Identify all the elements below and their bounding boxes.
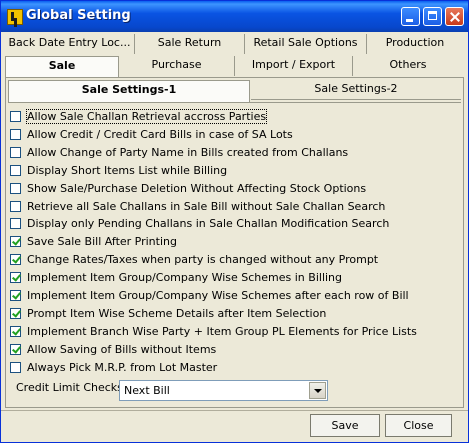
option-checkbox[interactable] <box>10 201 21 212</box>
maximize-button[interactable] <box>423 7 442 26</box>
option-checkbox[interactable] <box>10 165 21 176</box>
tab-purchase[interactable]: Purchase <box>119 56 235 76</box>
credit-limit-value: Next Bill <box>124 384 170 397</box>
option-checkbox[interactable] <box>10 183 21 194</box>
subtab-sale-settings-2[interactable]: Sale Settings-2 <box>251 80 461 100</box>
option-label[interactable]: Allow Saving of Bills without Items <box>27 343 216 356</box>
option-label[interactable]: Implement Item Group/Company Wise Scheme… <box>27 271 342 284</box>
save-button-label: Save <box>331 419 359 432</box>
option-checkbox[interactable] <box>10 344 21 355</box>
option-checkbox[interactable] <box>10 362 21 373</box>
option-label[interactable]: Implement Item Group/Company Wise Scheme… <box>27 289 409 302</box>
save-button[interactable]: Save <box>310 414 380 437</box>
global-setting-window: Global Setting Back Date Entry Loc... Sa… <box>0 0 469 443</box>
option-label[interactable]: Allow Sale Challan Retrieval accross Par… <box>25 109 268 124</box>
option-label[interactable]: Retrieve all Sale Challans in Sale Bill … <box>27 200 385 213</box>
title-bar[interactable]: Global Setting <box>1 1 468 32</box>
app-icon <box>7 9 23 25</box>
option-checkbox[interactable] <box>10 254 21 265</box>
tab-back-date-entry-lock[interactable]: Back Date Entry Loc... <box>5 34 135 54</box>
tab-others[interactable]: Others <box>353 56 463 76</box>
button-bar: Save Close <box>1 410 468 443</box>
subtab-sale-settings-1[interactable]: Sale Settings-1 <box>8 80 250 102</box>
option-label[interactable]: Save Sale Bill After Printing <box>27 235 177 248</box>
option-label[interactable]: Display only Pending Challans in Sale Ch… <box>27 217 389 230</box>
option-label[interactable]: Implement Branch Wise Party + Item Group… <box>27 325 417 338</box>
chevron-down-icon[interactable] <box>309 382 326 399</box>
option-checkbox[interactable] <box>10 147 21 158</box>
close-window-button[interactable] <box>445 7 464 26</box>
tab-production[interactable]: Production <box>367 34 463 54</box>
option-checkbox[interactable] <box>10 290 21 301</box>
window-title: Global Setting <box>26 8 131 23</box>
option-label[interactable]: Always Pick M.R.P. from Lot Master <box>27 361 217 374</box>
tab-sale[interactable]: Sale <box>5 56 119 78</box>
close-button-label: Close <box>403 419 434 432</box>
credit-limit-select[interactable]: Next Bill <box>119 380 328 401</box>
option-checkbox[interactable] <box>10 218 21 229</box>
option-label[interactable]: Prompt Item Wise Scheme Details after It… <box>27 307 326 320</box>
option-checkbox[interactable] <box>10 236 21 247</box>
minimize-button[interactable] <box>401 7 420 26</box>
option-label[interactable]: Change Rates/Taxes when party is changed… <box>27 253 378 266</box>
option-label[interactable]: Display Short Items List while Billing <box>27 164 227 177</box>
option-checkbox[interactable] <box>10 129 21 140</box>
close-button[interactable]: Close <box>385 414 452 437</box>
option-checkbox[interactable] <box>10 111 21 122</box>
option-label[interactable]: Show Sale/Purchase Deletion Without Affe… <box>27 182 366 195</box>
option-label[interactable]: Allow Credit / Credit Card Bills in case… <box>27 128 293 141</box>
tab-retail-sale-options[interactable]: Retail Sale Options <box>245 34 367 54</box>
credit-limit-label: Credit Limit Checks <box>16 381 123 394</box>
option-checkbox[interactable] <box>10 308 21 319</box>
option-label[interactable]: Allow Change of Party Name in Bills crea… <box>27 146 348 159</box>
option-checkbox[interactable] <box>10 272 21 283</box>
option-checkbox[interactable] <box>10 326 21 337</box>
tab-import-export[interactable]: Import / Export <box>235 56 353 76</box>
tab-sale-return[interactable]: Sale Return <box>135 34 245 54</box>
